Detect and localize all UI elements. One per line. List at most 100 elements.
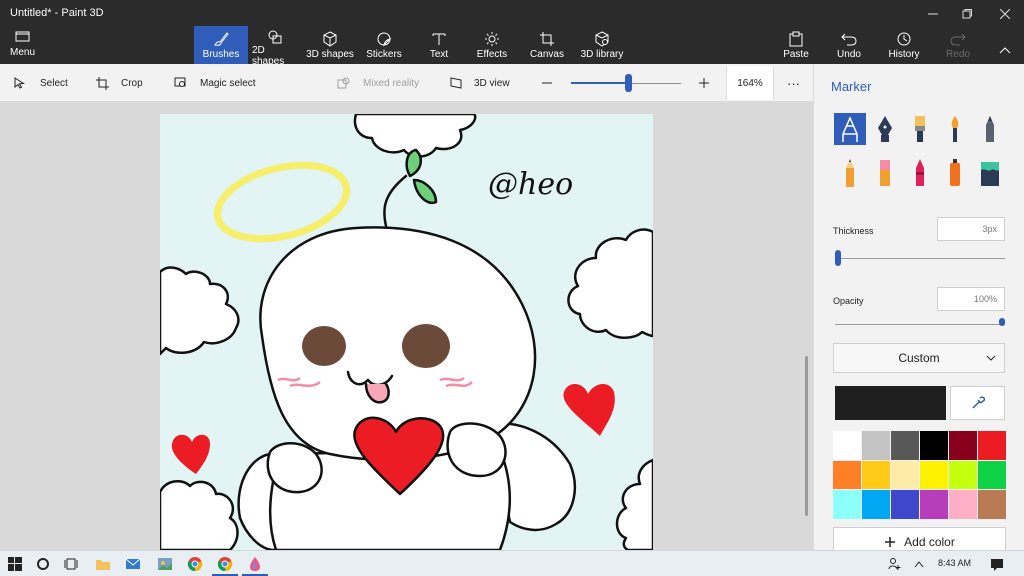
task-view-icon [64,558,78,570]
color-swatch[interactable] [862,431,890,460]
clock[interactable]: 8:43 AM [938,558,971,568]
close-button[interactable] [986,0,1024,28]
3d-view-icon [450,77,462,89]
eyedropper-button[interactable] [950,386,1005,420]
brush-spray-can[interactable] [939,157,971,189]
color-swatch[interactable] [978,460,1006,490]
brush-calligraphy-pen[interactable] [869,113,901,145]
drawing-canvas[interactable]: @heo [160,114,653,550]
paste-button[interactable]: Paste [778,26,814,64]
taskbar-mail[interactable] [124,555,142,573]
people-button[interactable] [886,555,904,573]
brush-watercolor[interactable] [939,113,971,145]
opacity-slider-thumb[interactable] [999,318,1005,326]
brush-icon [214,32,229,46]
crop-button[interactable]: Crop [96,64,143,102]
task-view-button[interactable] [62,555,80,573]
zoom-slider-thumb[interactable] [625,74,633,92]
tool-text[interactable]: Text [422,26,456,64]
maximize-button[interactable] [948,0,986,28]
zoom-value[interactable]: 164% [726,66,774,100]
3d-view-label: 3D view [474,77,510,89]
thickness-slider-thumb[interactable] [835,250,841,266]
tool-canvas[interactable]: Canvas [528,26,566,64]
crop-label: Crop [121,77,143,89]
thickness-slider-track[interactable] [835,258,1005,259]
brush-pixel-pen[interactable] [974,113,1006,145]
taskbar-paint-3d[interactable] [246,555,264,573]
magic-select-button[interactable]: Magic select [174,64,256,102]
restore-icon [962,9,972,19]
brush-fill[interactable] [974,157,1006,189]
start-button[interactable] [6,555,24,573]
tool-label: Paste [783,49,809,60]
color-swatch[interactable] [978,490,1006,519]
tool-2d-shapes[interactable]: 2D shapes [252,26,298,67]
color-swatch[interactable] [891,431,919,460]
color-swatch[interactable] [862,460,890,490]
color-swatch[interactable] [978,431,1006,460]
windows-icon [8,557,22,571]
magic-select-icon [174,77,186,87]
brush-crayon[interactable] [904,157,936,189]
mixed-reality-button[interactable]: Mixed reality [337,64,419,102]
color-swatch[interactable] [833,490,861,519]
current-color-swatch[interactable] [835,386,946,420]
2d-shapes-icon [268,30,282,44]
color-swatch[interactable] [949,490,977,519]
minimize-button[interactable] [914,0,952,28]
select-button[interactable]: Select [14,64,68,102]
zoom-in-button[interactable] [698,64,710,102]
opacity-slider-track[interactable] [835,324,1005,325]
brush-pencil[interactable] [834,157,866,189]
opacity-input[interactable]: 100% [937,287,1005,311]
search-button[interactable] [34,555,52,573]
color-swatch[interactable] [891,460,919,490]
paste-icon [789,31,803,47]
color-palette [833,431,1006,519]
collapse-ribbon-button[interactable] [994,26,1016,64]
workspace: @heo [0,102,813,550]
menu-button[interactable]: Menu [10,30,35,58]
cloud-right [567,228,653,339]
system-tray-expand[interactable] [910,555,928,573]
tool-effects[interactable]: Effects [474,26,510,64]
color-swatch[interactable] [949,460,977,490]
redo-button[interactable]: Redo [940,26,976,64]
mail-icon [125,558,141,569]
brush-oil[interactable] [904,113,936,145]
3d-view-button[interactable]: 3D view [450,64,510,102]
tool-label: 3D library [580,49,624,60]
undo-button[interactable]: Undo [830,26,868,64]
taskbar-chrome[interactable] [186,555,204,573]
more-options-button[interactable]: ··· [787,64,800,102]
taskbar-chrome-2[interactable] [216,555,234,573]
taskbar-photos[interactable] [156,555,174,573]
color-swatch[interactable] [920,490,948,519]
action-center-button[interactable] [988,555,1006,573]
tool-stickers[interactable]: Stickers [364,26,404,64]
stickers-icon [377,32,392,47]
vertical-scrollbar[interactable] [805,356,808,516]
brush-eraser[interactable] [869,157,901,189]
color-swatch[interactable] [920,431,948,460]
thickness-input[interactable]: 3px [937,217,1005,241]
tool-3d-library[interactable]: 3D library [578,26,626,64]
heart-left [171,434,210,474]
color-swatch[interactable] [833,460,861,490]
tool-label: Redo [946,49,970,60]
color-swatch[interactable] [920,460,948,490]
people-icon [888,558,901,570]
right-hand [446,422,507,478]
tool-3d-shapes[interactable]: 3D shapes [306,26,354,64]
color-swatch[interactable] [862,490,890,519]
brush-marker[interactable] [834,113,866,145]
history-button[interactable]: History [884,26,924,64]
tool-brushes[interactable]: Brushes [194,26,248,64]
color-swatch[interactable] [949,431,977,460]
zoom-out-button[interactable] [541,64,553,102]
color-swatch[interactable] [891,490,919,519]
taskbar-file-explorer[interactable] [94,555,112,573]
color-mode-dropdown[interactable]: Custom [833,343,1005,373]
color-swatch[interactable] [833,431,861,460]
